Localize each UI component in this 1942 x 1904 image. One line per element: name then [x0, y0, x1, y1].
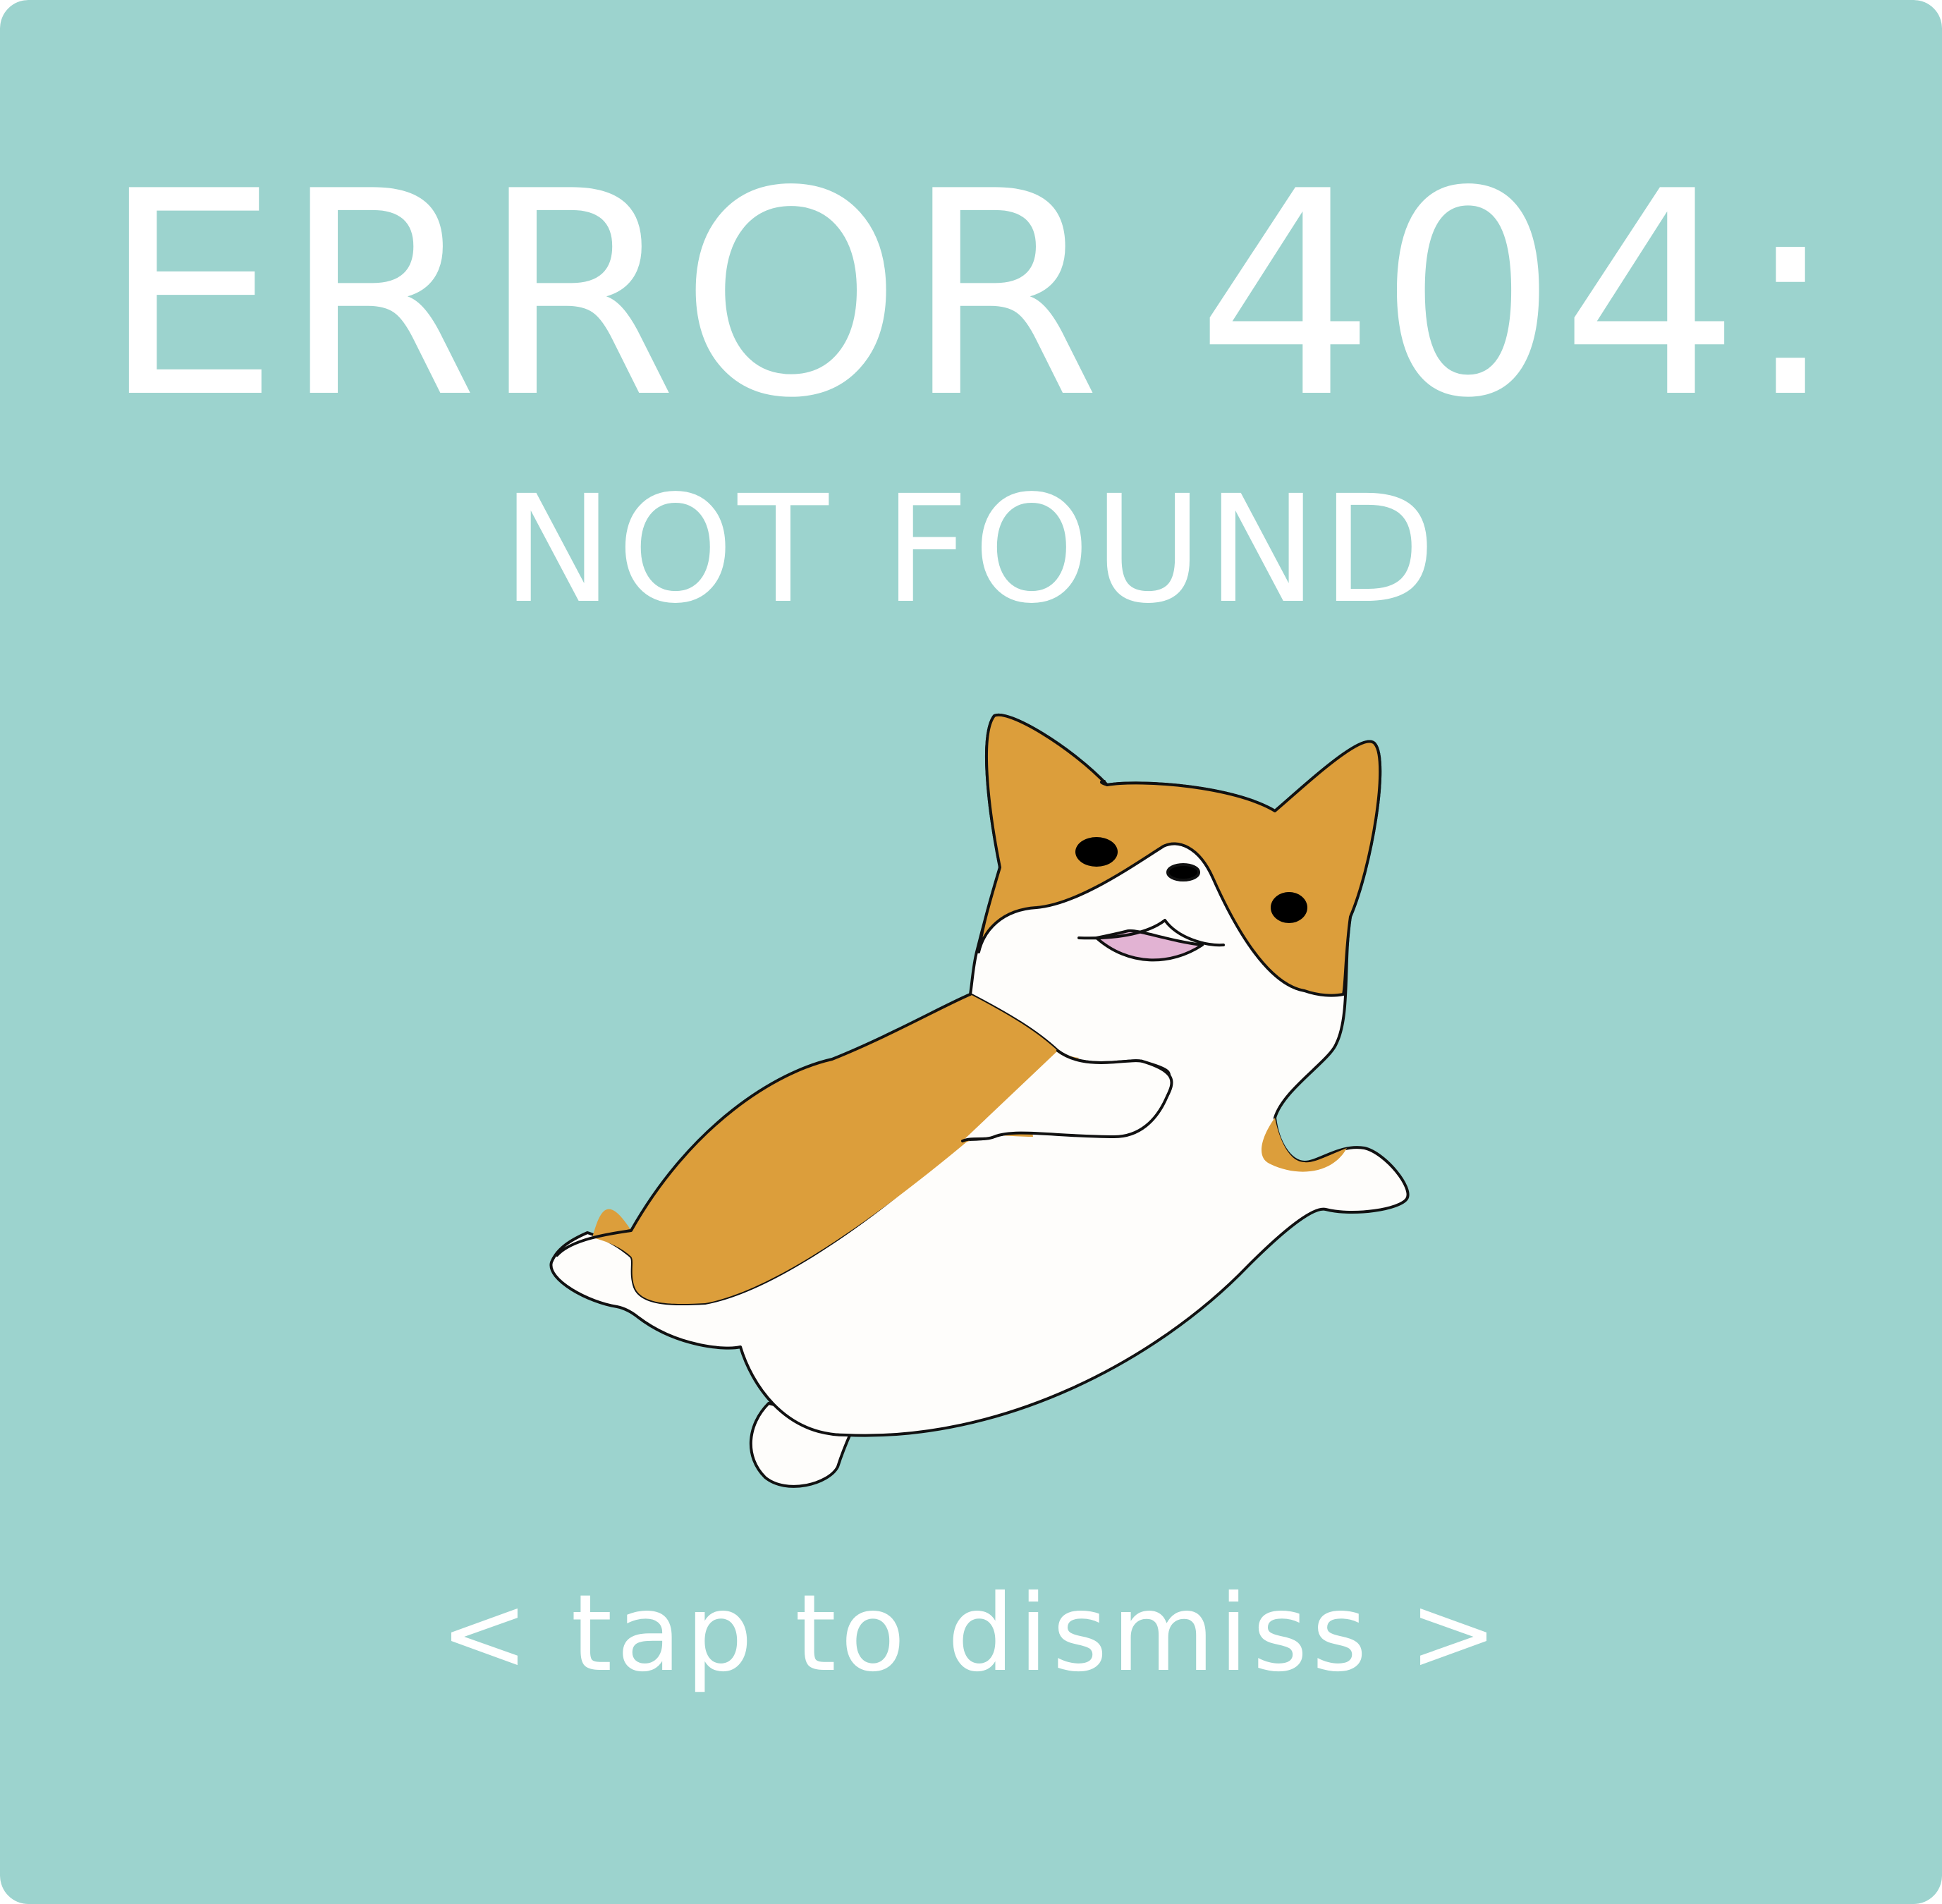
corgi-left-eye	[1075, 837, 1118, 867]
corgi-right-eye	[1271, 892, 1307, 923]
error-card[interactable]: ERROR 404: NOT FOUND < tap to dismiss >	[0, 0, 1942, 1904]
corgi-nose	[1166, 863, 1200, 881]
tap-to-dismiss-button[interactable]: < tap to dismiss >	[0, 1567, 1942, 1701]
